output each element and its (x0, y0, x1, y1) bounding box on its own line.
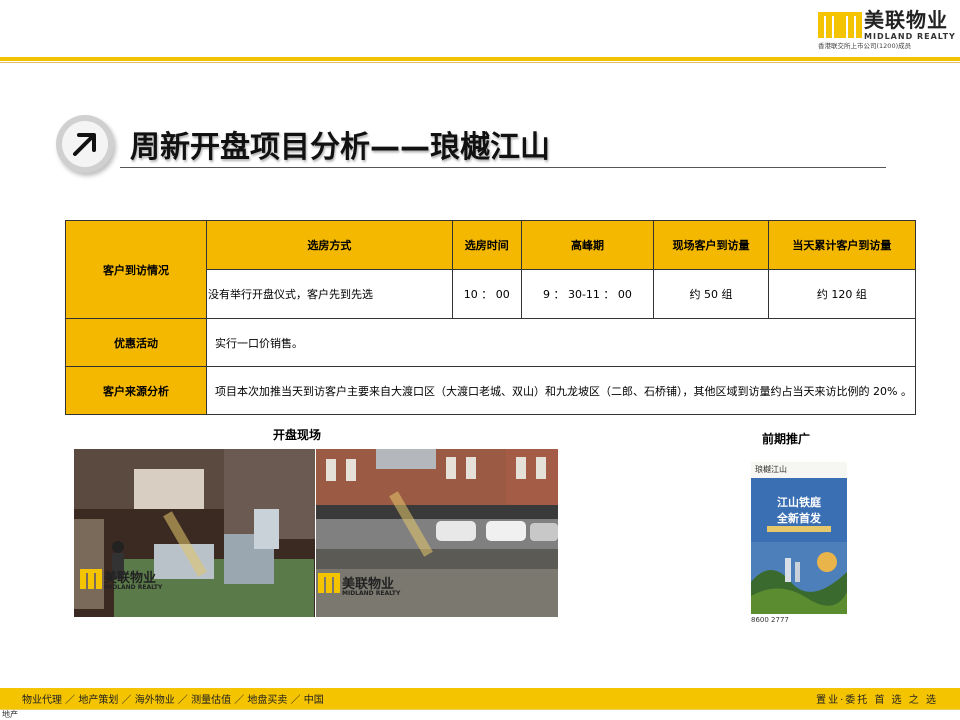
brand-subtitle: 香港联交所上市公司(1200)成员 (818, 42, 912, 50)
watermark-text-en: MIDLAND REALTY (342, 590, 401, 597)
opening-site-label: 开盘现场 (273, 428, 322, 442)
midland-logo-icon (818, 12, 862, 38)
value-cell: 约 50 组 (653, 269, 769, 319)
header-rule-thin (0, 62, 960, 63)
header-cell: 高峰期 (520, 220, 655, 270)
poster-subheadline: 全新首发 (777, 512, 821, 525)
value-cell: 10 ： 00 (451, 269, 522, 319)
poster-bar (767, 526, 831, 532)
header-cell: 选房方式 (206, 220, 453, 270)
footer-services: 物业代理 ／ 地产策划 ／ 海外物业 ／ 测量估值 ／ 地盘买卖 ／ 中国 (22, 695, 324, 706)
brand-name-en: MIDLAND REALTY (864, 32, 956, 41)
brand-logo: 美联物业 MIDLAND REALTY 香港联交所上市公司(1200)成员 (818, 8, 956, 52)
source-label: 客户来源分析 (65, 366, 207, 415)
promotion-poster: 琅樾江山 江山铁庭 全新首发 (751, 462, 847, 614)
promotion-label: 前期推广 (762, 432, 811, 446)
source-value: 项目本次加推当天到访客户主要来自大渡口区（大渡口老城、双山）和九龙坡区（二郎、石… (206, 366, 916, 415)
promo-label: 优惠活动 (65, 318, 207, 367)
footer-rule (0, 709, 960, 710)
header-cell: 现场客户到访量 (653, 220, 769, 270)
street-photo: 美联物业 MIDLAND REALTY (316, 449, 558, 617)
footer-bar: 物业代理 ／ 地产策划 ／ 海外物业 ／ 测量估值 ／ 地盘买卖 ／ 中国 置业… (0, 688, 960, 709)
watermark-text-en: MIDLAND REALTY (104, 584, 163, 591)
header-cell: 当天累计客户到访量 (767, 220, 917, 270)
visit-label: 客户到访情况 (65, 220, 207, 319)
poster-header: 琅樾江山 (751, 462, 847, 478)
value-cell: 约 120 组 (767, 269, 917, 319)
table-row: 客户来源分析 项目本次加推当天到访客户主要来自大渡口区（大渡口老城、双山）和九龙… (65, 366, 916, 415)
poster-headline: 江山铁庭 (777, 496, 821, 509)
poster-phone: 8600 2777 (751, 616, 789, 624)
value-cell: 9 ： 30-11 ： 00 (520, 269, 655, 319)
page-title: 周新开盘项目分析——琅樾江山 (130, 130, 550, 165)
header-rule (0, 57, 960, 61)
analysis-table: 客户到访情况 选房方式 选房时间 高峰期 现场客户到访量 当天累计客户到访量 没… (65, 220, 917, 415)
arrow-up-right-icon (56, 115, 114, 173)
value-cell: 没有举行开盘仪式，客户先到先选 (206, 269, 453, 319)
brand-name-cn: 美联物业 (864, 8, 948, 32)
promo-value: 实行一口价销售。 (206, 318, 916, 367)
table-row: 优惠活动 实行一口价销售。 (65, 318, 916, 367)
corner-text: 地产 (2, 710, 18, 719)
sales-hall-photo: 美联物业 MIDLAND REALTY (74, 449, 315, 617)
table-row: 客户到访情况 选房方式 选房时间 高峰期 现场客户到访量 当天累计客户到访量 (65, 220, 917, 319)
poster-brand: 琅樾江山 (755, 465, 787, 474)
header-cell: 选房时间 (451, 220, 522, 270)
title-underline (120, 167, 886, 168)
footer-slogan: 置业·委托 首 选 之 选 (816, 695, 938, 706)
